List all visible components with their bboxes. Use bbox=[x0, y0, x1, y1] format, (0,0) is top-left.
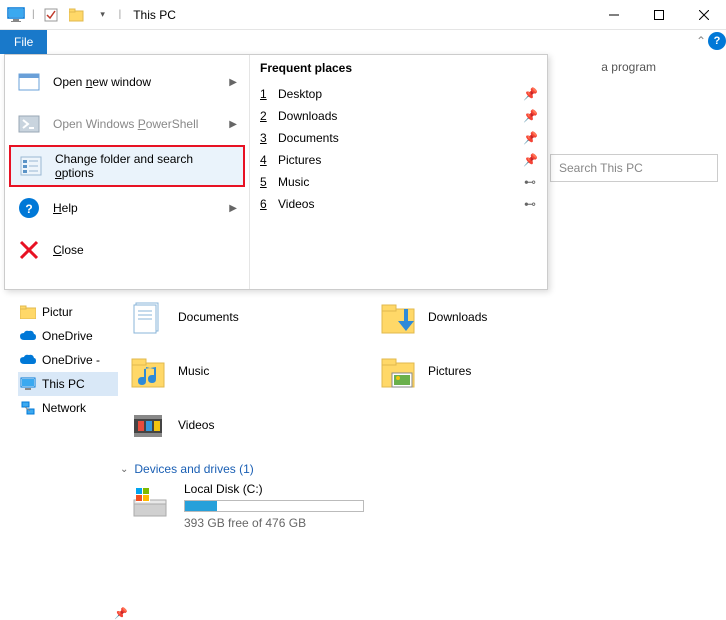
this-pc-icon bbox=[6, 5, 26, 25]
documents-icon bbox=[130, 299, 166, 335]
menu-label: Close bbox=[53, 243, 237, 257]
downloads-icon bbox=[380, 299, 416, 335]
nav-network[interactable]: Network bbox=[18, 396, 118, 420]
help-circle-icon: ? bbox=[17, 196, 41, 220]
chevron-down-icon: ⌄ bbox=[120, 464, 128, 475]
frequent-places-title: Frequent places bbox=[260, 61, 537, 75]
nav-onedrive-business[interactable]: OneDrive - bbox=[18, 348, 118, 372]
menu-label: Change folder and search options bbox=[55, 152, 235, 180]
music-icon bbox=[130, 353, 166, 389]
pictures-icon bbox=[380, 353, 416, 389]
drive-free-space: 393 GB free of 476 GB bbox=[184, 516, 364, 530]
pushpin-icon[interactable]: 📌 bbox=[523, 87, 537, 101]
help-icon[interactable]: ? bbox=[708, 32, 726, 50]
folder-documents[interactable]: Documents bbox=[130, 290, 380, 344]
frequent-downloads[interactable]: 2Downloads📌 bbox=[260, 105, 537, 127]
drive-name: Local Disk (C:) bbox=[184, 482, 364, 496]
ribbon-tab-bar: File ⌃ ? bbox=[0, 30, 726, 54]
videos-icon bbox=[130, 407, 166, 443]
folder-videos[interactable]: Videos bbox=[130, 398, 380, 452]
nav-onedrive[interactable]: OneDrive bbox=[18, 324, 118, 348]
chevron-right-icon: ▶ bbox=[229, 203, 237, 214]
frequent-desktop[interactable]: 1Desktop📌 bbox=[260, 83, 537, 105]
menu-label: Open Windows PowerShell bbox=[53, 117, 217, 131]
pin-icon[interactable]: ⊷ bbox=[523, 175, 537, 189]
chevron-right-icon: ▶ bbox=[229, 119, 237, 130]
pin-icon[interactable]: ⊷ bbox=[523, 197, 537, 211]
close-x-icon bbox=[17, 238, 41, 262]
search-input[interactable]: Search This PC bbox=[550, 154, 718, 182]
new-folder-icon[interactable] bbox=[67, 5, 87, 25]
drive-icon bbox=[130, 482, 170, 522]
menu-change-folder-options[interactable]: Change folder and search options bbox=[9, 145, 245, 187]
folder-downloads[interactable]: Downloads bbox=[380, 290, 630, 344]
quick-access-toolbar: | ▾ | bbox=[0, 5, 127, 25]
frequent-music[interactable]: 5Music⊷ bbox=[260, 171, 537, 193]
minimize-button[interactable] bbox=[591, 0, 636, 30]
qat-separator-2: | bbox=[119, 9, 122, 20]
file-tab[interactable]: File bbox=[0, 30, 47, 54]
folder-music[interactable]: Music bbox=[130, 344, 380, 398]
drive-usage-bar bbox=[184, 500, 364, 512]
title-bar: | ▾ | This PC bbox=[0, 0, 726, 30]
pushpin-icon[interactable]: 📌 bbox=[523, 153, 537, 167]
pushpin-icon[interactable]: 📌 bbox=[523, 131, 537, 145]
onedrive-icon bbox=[20, 328, 36, 344]
file-menu: Open new window ▶ Open Windows PowerShel… bbox=[4, 54, 548, 290]
ribbon-peek-text: a program bbox=[601, 60, 656, 74]
pin-icon: 📌 bbox=[114, 607, 128, 620]
powershell-icon bbox=[17, 112, 41, 136]
pushpin-icon[interactable]: 📌 bbox=[523, 109, 537, 123]
nav-pictures[interactable]: Pictur bbox=[18, 300, 118, 324]
window-title: This PC bbox=[133, 8, 176, 22]
file-menu-items: Open new window ▶ Open Windows PowerShel… bbox=[5, 55, 249, 289]
onedrive-icon bbox=[20, 352, 36, 368]
navigation-tree: Pictur 📌 OneDrive OneDrive - This PC Net… bbox=[18, 300, 118, 420]
frequent-documents[interactable]: 3Documents📌 bbox=[260, 127, 537, 149]
frequent-places: Frequent places 1Desktop📌 2Downloads📌 3D… bbox=[249, 55, 547, 289]
folder-icon bbox=[20, 304, 36, 320]
frequent-pictures[interactable]: 4Pictures📌 bbox=[260, 149, 537, 171]
search-placeholder: Search This PC bbox=[559, 161, 643, 175]
frequent-videos[interactable]: 6Videos⊷ bbox=[260, 193, 537, 215]
close-button[interactable] bbox=[681, 0, 726, 30]
drive-info: Local Disk (C:) 393 GB free of 476 GB bbox=[184, 482, 364, 530]
svg-text:?: ? bbox=[25, 202, 32, 216]
this-pc-icon bbox=[20, 376, 36, 392]
window-icon bbox=[17, 70, 41, 94]
menu-label: Open new window bbox=[53, 75, 217, 89]
network-icon bbox=[20, 400, 36, 416]
chevron-right-icon: ▶ bbox=[229, 77, 237, 88]
menu-label: Help bbox=[53, 201, 217, 215]
folder-pictures[interactable]: Pictures bbox=[380, 344, 630, 398]
qat-customize-icon[interactable]: ▾ bbox=[93, 5, 113, 25]
content-pane: Documents Downloads Music Pictures Video… bbox=[130, 290, 716, 530]
drive-local-disk-c[interactable]: Local Disk (C:) 393 GB free of 476 GB bbox=[130, 482, 716, 530]
maximize-button[interactable] bbox=[636, 0, 681, 30]
menu-open-new-window[interactable]: Open new window ▶ bbox=[9, 61, 245, 103]
section-title: Devices and drives (1) bbox=[134, 462, 253, 476]
qat-separator: | bbox=[32, 9, 35, 20]
menu-close[interactable]: Close bbox=[9, 229, 245, 271]
ribbon-collapse-icon[interactable]: ⌃ bbox=[696, 34, 706, 48]
menu-open-powershell[interactable]: Open Windows PowerShell ▶ bbox=[9, 103, 245, 145]
devices-section-header[interactable]: ⌄ Devices and drives (1) bbox=[120, 462, 716, 476]
nav-this-pc[interactable]: This PC bbox=[18, 372, 118, 396]
properties-icon[interactable] bbox=[41, 5, 61, 25]
menu-help[interactable]: ? Help ▶ bbox=[9, 187, 245, 229]
file-tab-label: File bbox=[14, 35, 33, 49]
options-icon bbox=[19, 154, 43, 178]
